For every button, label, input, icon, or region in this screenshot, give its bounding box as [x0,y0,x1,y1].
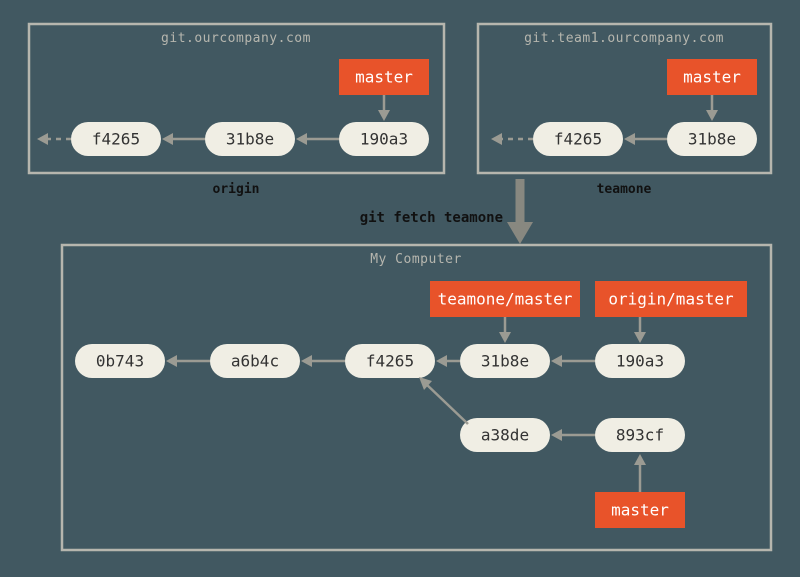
arrow-head-icon [634,454,646,465]
arrow-line [425,383,468,424]
commit-text: 190a3 [360,130,408,149]
arrow-head-icon [166,355,177,367]
arrow-head-icon [301,355,312,367]
commit-text: 31b8e [688,130,736,149]
commit-text: 893cf [616,426,664,445]
arrow-head-icon [634,332,646,343]
arrow-head-icon [624,133,635,145]
origin-master-branch-text: master [355,68,413,87]
teamone-label: teamone [597,182,652,197]
arrow-head-icon [491,133,502,145]
teamone-title: git.team1.ourcompany.com [524,31,724,46]
commit-text: f4265 [92,130,140,149]
arrow-head-icon [551,355,562,367]
fetch-arrow-head-icon [507,222,533,244]
arrow-head-icon [436,355,447,367]
origin-title: git.ourcompany.com [161,31,311,46]
commit-text: 31b8e [226,130,274,149]
local-master-branch-text: master [611,501,669,520]
commit-text: a38de [481,426,529,445]
commit-text: f4265 [366,352,414,371]
commit-text: 0b743 [96,352,144,371]
commit-text: 190a3 [616,352,664,371]
commit-text: a6b4c [231,352,279,371]
local-title: My Computer [370,252,462,267]
teamone-master-branch-text: master [683,68,741,87]
fetch-command-label: git fetch teamone [360,210,503,226]
arrow-head-icon [551,429,562,441]
commit-text: 31b8e [481,352,529,371]
commit-text: f4265 [554,130,602,149]
arrow-head-icon [37,133,48,145]
arrow-head-icon [499,332,511,343]
git-remote-diagram: git.ourcompany.com origin master f4265 3… [0,0,800,577]
origin-label: origin [213,182,260,197]
teamone-master-ref-text: teamone/master [438,290,573,309]
arrow-head-icon [378,110,390,121]
arrow-head-icon [706,110,718,121]
arrow-head-icon [296,133,307,145]
origin-master-ref-text: origin/master [608,290,734,309]
arrow-head-icon [162,133,173,145]
